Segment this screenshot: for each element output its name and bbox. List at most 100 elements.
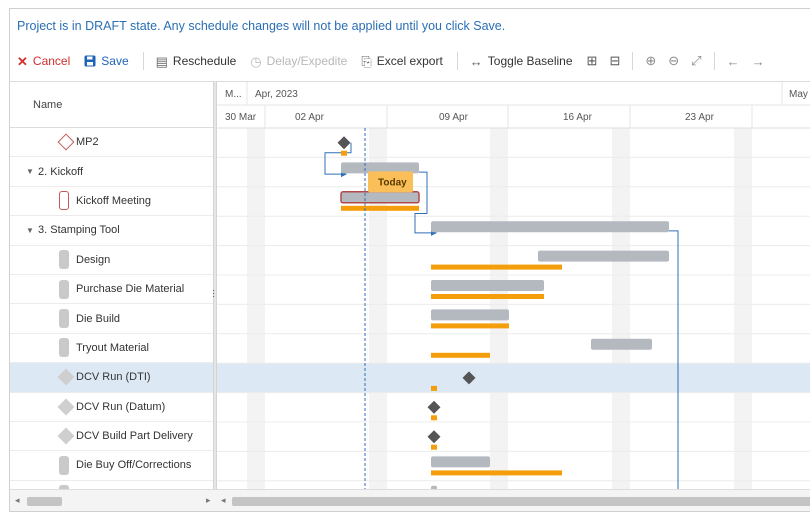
task-name: 3. Stamping Tool: [38, 224, 120, 237]
task-name: 2. Kickoff: [38, 165, 84, 178]
save-button[interactable]: Save: [84, 54, 129, 68]
scroll-left-icon[interactable]: ◂: [221, 495, 226, 506]
task-row[interactable]: ▼ 3. Stamping Tool: [10, 216, 213, 246]
task-bar[interactable]: [340, 191, 420, 204]
toolbar-divider: [713, 52, 715, 70]
task-bar[interactable]: [431, 280, 544, 291]
baseline-bar: [431, 294, 544, 299]
gantt-panel: Project is in DRAFT state. Any schedule …: [9, 8, 810, 512]
task-icon: [59, 250, 69, 270]
toolbar-divider: [142, 52, 144, 70]
close-icon: ✕: [17, 53, 28, 69]
baseline-milestone: [431, 444, 437, 450]
task-bar[interactable]: [538, 250, 669, 262]
cancel-button[interactable]: ✕ Cancel: [17, 54, 70, 68]
weekend-band: [247, 128, 265, 511]
toolbar-divider: [632, 52, 634, 70]
task-row[interactable]: Tryout Material: [10, 334, 213, 364]
task-name: Tryout Material: [76, 341, 149, 354]
calendar-clock-icon: ▤: [155, 53, 168, 69]
expand-all-icon[interactable]: ⊞: [587, 53, 598, 69]
task-row[interactable]: DCV Build Part Delivery: [10, 422, 213, 452]
scroll-right-icon[interactable]: ▸: [206, 495, 211, 506]
weekend-band: [612, 128, 630, 511]
task-row[interactable]: ▼ 2. Kickoff: [10, 157, 213, 187]
task-name: MP2: [76, 136, 99, 149]
month-label: May: [789, 89, 808, 100]
week-label: 02 Apr: [295, 112, 325, 123]
task-icon: [59, 338, 69, 358]
zoom-out-icon[interactable]: ⊖: [668, 53, 679, 69]
splitter-handle-icon[interactable]: · · ·: [212, 286, 215, 302]
task-name: DCV Run (DTI): [76, 371, 151, 384]
scroll-left-icon[interactable]: ◂: [15, 495, 20, 506]
week-label: 16 Apr: [563, 112, 593, 123]
task-name: Die Buy Off/Corrections: [76, 459, 192, 472]
task-name: Kickoff Meeting: [76, 194, 152, 207]
task-bar[interactable]: [591, 338, 652, 350]
baseline-bar: [431, 323, 509, 329]
draft-banner: Project is in DRAFT state. Any schedule …: [17, 19, 506, 33]
task-icon: [59, 191, 69, 211]
grid-scroll-thumb[interactable]: [27, 497, 62, 506]
gantt-chart: M... Apr, 2023 May 30 Mar 02 Apr 09 Apr 16 Apr…: [217, 81, 810, 511]
milestone-icon: [57, 427, 75, 445]
gantt-timeline-svg: M... Apr, 2023 May 30 Mar 02 Apr 09 Apr 16 Apr…: [217, 82, 810, 511]
task-row[interactable]: Die Buy Off/Corrections: [10, 451, 213, 481]
month-label: Apr, 2023: [255, 89, 298, 100]
arrow-left-icon[interactable]: ←: [727, 54, 740, 69]
expand-caret-icon[interactable]: ▼: [26, 167, 34, 176]
collapse-all-icon[interactable]: ⊟: [609, 53, 620, 69]
export-icon: ⎘: [361, 53, 372, 69]
arrow-right-icon[interactable]: →: [752, 54, 765, 69]
today-label: Today: [378, 177, 407, 188]
toolbar: ✕ Cancel Save ▤ Reschedule ◷ Delay/Exped…: [10, 45, 810, 77]
task-row[interactable]: DCV Run (Datum): [10, 393, 213, 422]
task-bar[interactable]: [431, 456, 490, 468]
horizontal-scrollbar[interactable]: ◂ ▸ ◂: [10, 489, 810, 511]
task-row[interactable]: Design: [10, 246, 213, 275]
task-bar[interactable]: [431, 309, 509, 321]
task-name: Design: [76, 253, 111, 266]
month-label: M...: [225, 89, 242, 100]
reschedule-button[interactable]: ▤ Reschedule: [156, 54, 237, 68]
delay-expedite-button[interactable]: ◷ Delay/Expedite: [250, 54, 347, 68]
expand-caret-icon[interactable]: ▼: [26, 226, 34, 235]
task-row[interactable]: Kickoff Meeting: [10, 187, 213, 217]
baseline-milestone: [341, 150, 347, 156]
task-name: Purchase Die Material: [76, 283, 185, 296]
selected-row-highlight: [217, 363, 810, 393]
milestone-diamond[interactable]: [427, 430, 441, 444]
milestone-icon: [57, 133, 75, 151]
clock-icon: ◷: [250, 53, 262, 69]
task-row[interactable]: Die Build: [10, 304, 213, 334]
week-label: 30 Mar: [225, 112, 257, 123]
task-name: DCV Run (Datum): [76, 400, 166, 413]
milestone-icon: [57, 398, 75, 416]
task-name: Die Build: [76, 312, 121, 325]
task-row[interactable]: DCV Run (DTI): [10, 363, 213, 393]
task-icon: [59, 455, 69, 475]
baseline-milestone: [431, 415, 437, 421]
baseline-bar: [431, 264, 562, 270]
task-row[interactable]: Purchase Die Material: [10, 275, 213, 305]
baseline-bar: [341, 205, 419, 211]
toggle-baseline-button[interactable]: ↔ Toggle Baseline: [470, 54, 573, 68]
milestone-diamond[interactable]: [427, 400, 441, 414]
zoom-in-icon[interactable]: ⊕: [645, 53, 656, 69]
baseline-bar: [431, 470, 562, 476]
task-row[interactable]: MP2: [10, 128, 213, 158]
baseline-arrow-icon: ↔: [469, 53, 483, 69]
milestone-diamond[interactable]: [337, 136, 351, 150]
excel-export-button[interactable]: ⎘ Excel export: [361, 54, 442, 68]
task-bar[interactable]: [431, 221, 669, 233]
week-label: 23 Apr: [685, 112, 715, 123]
week-label: 09 Apr: [439, 112, 469, 123]
chart-scroll-thumb[interactable]: [232, 497, 810, 506]
name-column-header[interactable]: Name: [10, 82, 213, 128]
task-grid: Name MP2 ▼ 2. Kickoff Kickoff Meeting ▼ 3. St…: [10, 81, 213, 511]
fit-screen-icon[interactable]: ⤢: [691, 53, 701, 69]
task-icon: [59, 279, 69, 299]
toolbar-divider: [456, 52, 458, 70]
baseline-bar: [431, 352, 490, 358]
